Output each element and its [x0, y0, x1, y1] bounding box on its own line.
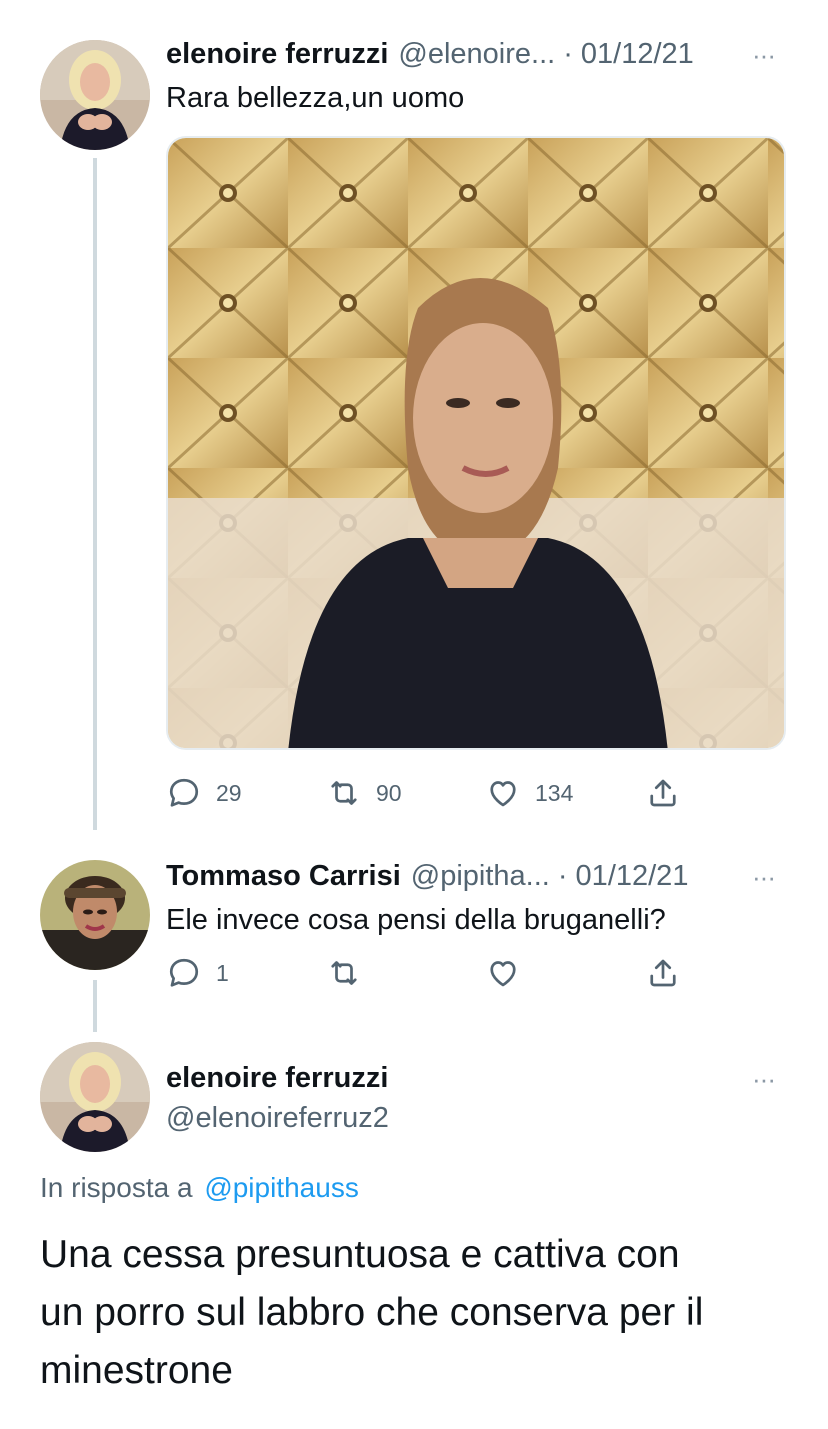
tweet-text: Ele invece cosa pensi della bruganelli?: [166, 904, 666, 936]
tweet-text-line: un porro sul labbro che conserva per il: [40, 1291, 704, 1334]
reply-prefix: In risposta a: [40, 1172, 193, 1203]
tweet-text-line: Una cessa presuntuosa e cattiva con: [40, 1233, 680, 1276]
author-name[interactable]: Tommaso Carrisi: [166, 860, 401, 893]
reply-count: 1: [216, 959, 229, 986]
author-name[interactable]: elenoire ferruzzi: [166, 1062, 388, 1095]
tweet-image[interactable]: [166, 136, 786, 750]
more-icon[interactable]: ···: [752, 862, 776, 893]
retweet-button[interactable]: [326, 955, 362, 991]
avatar[interactable]: [40, 40, 150, 150]
avatar[interactable]: [40, 1042, 150, 1152]
author-handle[interactable]: @pipitha...: [411, 860, 550, 893]
retweet-button[interactable]: 90: [326, 775, 402, 811]
author-handle[interactable]: @elenoireferruz2: [166, 1102, 389, 1135]
reply-icon: [169, 778, 199, 807]
tweet-date[interactable]: · 01/12/21: [563, 38, 694, 71]
reply-button[interactable]: 1: [166, 955, 229, 991]
retweet-icon: [331, 961, 357, 985]
more-icon[interactable]: ···: [752, 40, 776, 71]
avatar[interactable]: [40, 860, 150, 970]
thread-line-1: [93, 158, 97, 830]
retweet-count: 90: [376, 779, 402, 806]
tweet-text: Rara bellezza,un uomo: [166, 82, 465, 114]
more-icon[interactable]: ···: [752, 1064, 776, 1095]
share-button[interactable]: [645, 775, 681, 811]
tweet-text: Una cessa presuntuosa e cattiva con un p…: [40, 1226, 703, 1400]
reply-to-link[interactable]: @pipithauss: [204, 1172, 359, 1203]
share-icon: [650, 779, 676, 807]
like-button[interactable]: [485, 955, 521, 991]
tweet-text-line: minestrone: [40, 1349, 233, 1392]
reply-button[interactable]: 29: [166, 775, 242, 811]
share-icon: [650, 959, 676, 987]
retweet-icon: [331, 781, 357, 805]
like-icon: [490, 781, 516, 807]
like-count: 134: [535, 779, 574, 806]
author-name[interactable]: elenoire ferruzzi: [166, 38, 388, 71]
thread-line-2: [93, 980, 97, 1032]
reply-context: In risposta a @pipithauss: [40, 1172, 359, 1204]
reply-count: 29: [216, 779, 242, 806]
reply-icon: [169, 958, 199, 987]
like-button[interactable]: 134: [485, 775, 573, 811]
author-handle[interactable]: @elenoire...: [398, 38, 555, 71]
tweet-date[interactable]: · 01/12/21: [558, 860, 689, 893]
share-button[interactable]: [645, 955, 681, 991]
like-icon: [490, 961, 516, 987]
